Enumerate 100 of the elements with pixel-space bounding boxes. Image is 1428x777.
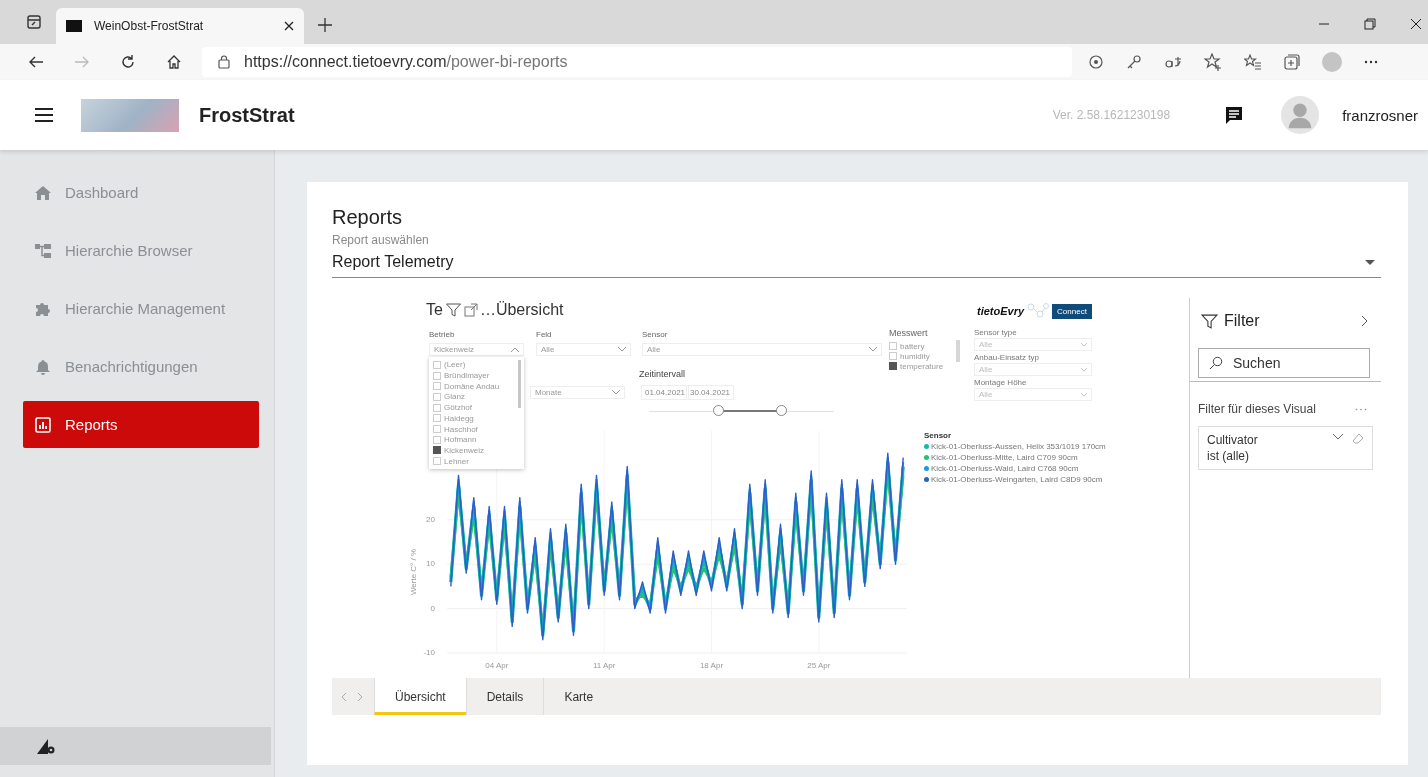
- filter-icon[interactable]: [444, 303, 462, 317]
- chevron-down-icon: [618, 347, 626, 352]
- next-page-icon[interactable]: [357, 692, 362, 701]
- previous-page-icon[interactable]: [342, 692, 347, 701]
- axis-tick-label: 20: [426, 514, 435, 524]
- key-icon[interactable]: [1126, 54, 1142, 70]
- slicer-label: Anbau-Einsatz typ: [974, 353, 1040, 362]
- period-dropdown[interactable]: Monate: [530, 386, 625, 399]
- slicer-dropdown[interactable]: Alle: [974, 388, 1092, 401]
- sidebar-item[interactable]: Dashboard: [23, 169, 259, 216]
- read-aloud-icon[interactable]: [1164, 54, 1182, 70]
- list-option[interactable]: Götzhof: [433, 402, 520, 413]
- star-plus-icon[interactable]: [1204, 53, 1222, 71]
- page-title: Reports: [332, 206, 404, 229]
- legend-label: Kick-01-Oberluss-Wald, Laird C768 90cm: [931, 464, 1079, 473]
- restore-icon[interactable]: [1364, 18, 1376, 30]
- list-option[interactable]: Kickenweiz: [433, 445, 520, 456]
- list-option[interactable]: humidity: [889, 351, 944, 361]
- list-option[interactable]: temperature: [889, 361, 944, 371]
- close-icon[interactable]: [1410, 18, 1422, 30]
- visual-title: …Übersicht: [479, 301, 564, 319]
- new-tab-icon[interactable]: [318, 18, 332, 32]
- more-icon[interactable]: [1364, 60, 1378, 64]
- page-tab[interactable]: Übersicht: [374, 678, 466, 715]
- legend-label: Kick-01-Oberluss-Mitte, Laird C709 90cm: [931, 453, 1078, 462]
- visual-title: Te: [426, 301, 443, 319]
- page-tab[interactable]: Karte: [543, 678, 614, 715]
- report-select[interactable]: Report Telemetry: [332, 247, 1381, 278]
- location-icon[interactable]: [1088, 54, 1104, 70]
- back-icon[interactable]: [28, 54, 44, 70]
- list-option[interactable]: Bründlmayer: [433, 370, 520, 381]
- slicer-dropdown[interactable]: Alle: [974, 338, 1092, 351]
- tab-actions-icon[interactable]: [26, 14, 42, 30]
- menu-icon[interactable]: [35, 108, 53, 122]
- app-title: FrostStrat: [199, 103, 295, 127]
- collections-icon[interactable]: [1284, 54, 1300, 70]
- chevron-down-icon: [612, 390, 620, 395]
- filter-field: Cultivator: [1207, 433, 1324, 447]
- legend-label: Kick-01-Oberluss-Aussen, Helix 353/1019 170cm: [931, 442, 1106, 451]
- home-icon: [35, 184, 51, 201]
- slicer-label: Betrieb: [429, 330, 455, 339]
- legend-label: Kick-01-Oberluss-Weingarten, Laird C8D9 90cm: [931, 475, 1103, 484]
- sidebar-item[interactable]: Reports: [23, 401, 259, 448]
- focus-mode-icon[interactable]: [463, 303, 478, 317]
- chevron-down-icon: [1081, 392, 1087, 397]
- axis-tick-label: 10: [426, 559, 435, 569]
- slicer-label: Feld: [536, 330, 552, 339]
- scrollbar[interactable]: [956, 340, 960, 362]
- chevron-down-icon: [869, 347, 877, 352]
- favorites-icon[interactable]: [1244, 54, 1262, 70]
- list-option[interactable]: Haidegg: [433, 413, 520, 424]
- forward-icon[interactable]: [74, 54, 90, 70]
- sidebar-item[interactable]: Benachrichtigungen: [23, 343, 259, 390]
- user-name[interactable]: franzrosner: [1342, 106, 1418, 124]
- list-option[interactable]: battery: [889, 341, 944, 351]
- date-field[interactable]: 30.04.2021: [686, 385, 735, 400]
- sidebar-item[interactable]: Hierarchie Management: [23, 285, 259, 332]
- list-option[interactable]: (Leer): [433, 360, 520, 370]
- checkbox[interactable]: [889, 362, 897, 370]
- tab-title: WeinObst-FrostStrat: [94, 19, 205, 33]
- search-field[interactable]: Suchen: [1198, 348, 1370, 378]
- bar-chart-icon: [35, 416, 51, 433]
- site-favicon-icon: [66, 20, 82, 32]
- slider-handle[interactable]: [713, 405, 725, 416]
- search-icon: [1209, 356, 1223, 370]
- scrollbar[interactable]: [518, 360, 521, 408]
- page-tab[interactable]: Details: [465, 678, 544, 715]
- list-option[interactable]: Domäne Andau: [433, 381, 520, 392]
- list-option[interactable]: Haschhof: [433, 424, 520, 434]
- filter-card[interactable]: Cultivator ist (alle): [1198, 426, 1373, 470]
- slider-handle[interactable]: [776, 405, 788, 416]
- slicer-dropdown[interactable]: Alle: [974, 363, 1092, 376]
- puzzle-icon: [35, 300, 51, 317]
- list-option[interactable]: Lehner: [433, 456, 520, 467]
- reload-icon[interactable]: [120, 54, 136, 70]
- close-icon[interactable]: [284, 21, 294, 31]
- network-icon: [1026, 302, 1051, 320]
- chat-icon[interactable]: [1224, 105, 1245, 125]
- checkbox[interactable]: [433, 446, 441, 455]
- sidebar-item[interactable]: Hierarchie Browser: [23, 227, 259, 274]
- list-option[interactable]: Glanz: [433, 392, 520, 402]
- list-option[interactable]: Hofmann: [433, 434, 520, 445]
- chevron-up-icon: [511, 347, 519, 352]
- bell-icon: [35, 358, 51, 375]
- slicer-dropdown[interactable]: Kickenweiz: [429, 343, 524, 356]
- axis-title: Werte C° / %: [409, 548, 418, 596]
- chevron-right-icon[interactable]: [1361, 315, 1368, 327]
- axis-tick-label: 18 Apr: [699, 661, 724, 670]
- slicer-dropdown[interactable]: Alle: [536, 343, 631, 356]
- dropdown-arrow-icon: [1365, 259, 1375, 265]
- home-icon[interactable]: [166, 54, 182, 70]
- chevron-down-icon[interactable]: [1332, 433, 1344, 440]
- field-label: Report auswählen: [332, 233, 430, 247]
- date-field[interactable]: 01.04.2021: [641, 385, 690, 400]
- slicer-label: Montage Höhe: [974, 378, 1028, 387]
- address-field[interactable]: https://connect.tietoevry.com/power-bi-reports: [202, 47, 1072, 77]
- slicer-dropdown[interactable]: Alle: [642, 343, 882, 356]
- browser-tab[interactable]: WeinObst-FrostStrat: [56, 8, 304, 44]
- eraser-icon[interactable]: [1352, 433, 1364, 445]
- settings-icon[interactable]: [36, 737, 56, 755]
